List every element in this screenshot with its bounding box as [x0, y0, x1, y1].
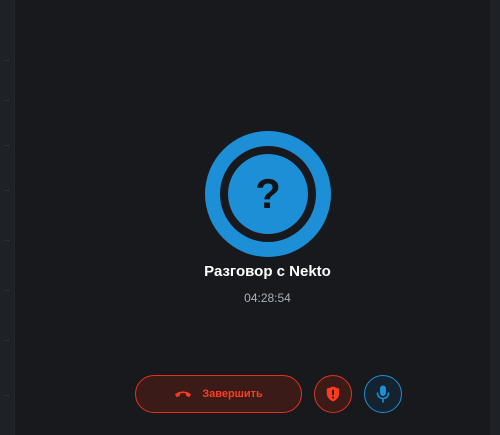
shield-alert-icon — [326, 386, 340, 402]
call-title: Разговор с Nekto — [204, 263, 331, 280]
avatar-glyph: ? — [255, 170, 281, 217]
voice-call-panel: ? Разговор с Nekto 04:28:54 Завершить — [15, 0, 490, 435]
edge-divider — [4, 290, 10, 291]
contact-avatar: ? — [205, 131, 331, 257]
edge-divider — [4, 100, 10, 101]
end-call-button[interactable]: Завершить — [135, 375, 302, 413]
edge-divider — [4, 60, 10, 61]
unknown-contact-icon: ? — [228, 154, 308, 234]
edge-divider — [4, 190, 10, 191]
edge-divider — [4, 395, 10, 396]
edge-divider — [4, 340, 10, 341]
edge-divider — [4, 145, 10, 146]
microphone-button[interactable] — [364, 375, 402, 413]
end-call-label: Завершить — [202, 388, 263, 400]
edge-divider — [4, 240, 10, 241]
call-duration: 04:28:54 — [244, 291, 291, 305]
report-button[interactable] — [314, 375, 352, 413]
microphone-icon — [376, 385, 390, 403]
background-app-left-edge — [0, 0, 15, 435]
background-app-right-edge — [489, 0, 500, 435]
phone-hangup-icon — [174, 389, 192, 399]
